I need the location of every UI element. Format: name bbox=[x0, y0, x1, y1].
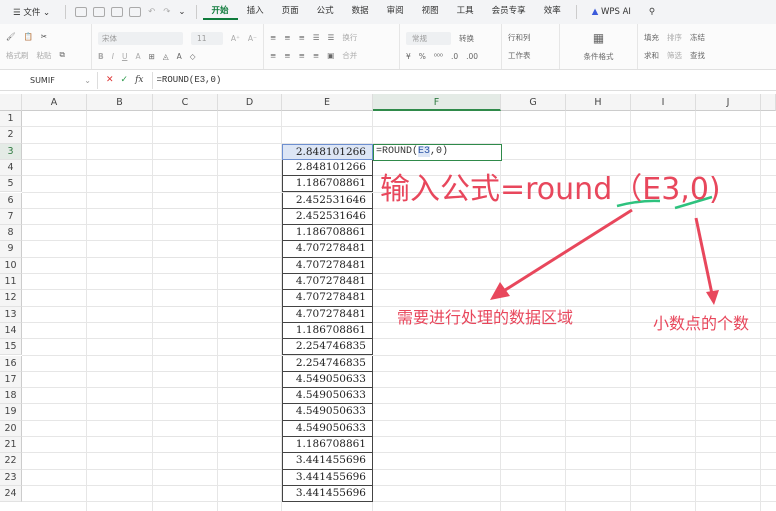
annotation-overlay bbox=[490, 195, 719, 305]
annotation-title: 输入公式=round（E3,0) bbox=[380, 172, 721, 207]
arrowhead-icon bbox=[706, 290, 719, 305]
annotation-decimals: 小数点的个数 bbox=[653, 314, 750, 333]
arrowhead-icon bbox=[490, 282, 510, 300]
arrow-data-range bbox=[501, 208, 633, 294]
gridline bbox=[22, 501, 776, 503]
annotation-data-range: 需要进行处理的数据区域 bbox=[397, 308, 574, 327]
arrow-decimals bbox=[694, 217, 714, 295]
